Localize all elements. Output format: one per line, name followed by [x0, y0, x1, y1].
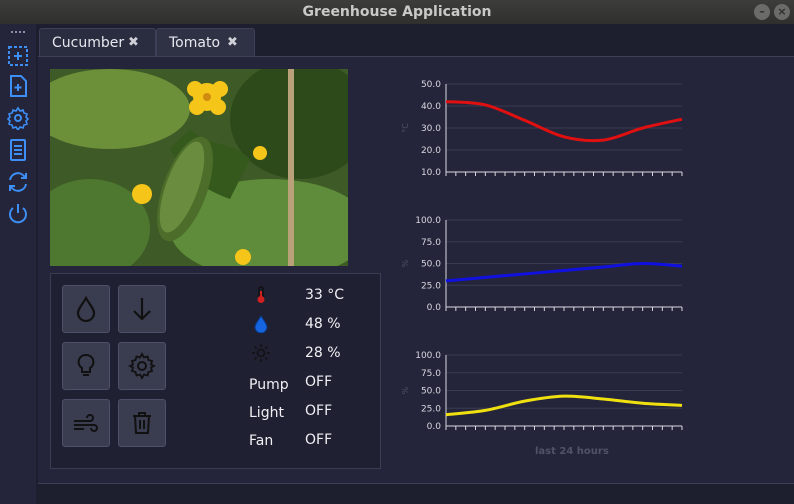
chart-3: 100.0 75.0 50.0 25.0 0.0%: [401, 351, 683, 432]
tab-label: Tomato: [169, 35, 221, 51]
y-axis-unit: °C: [401, 123, 410, 133]
y-tick-label: 75.0: [421, 369, 441, 379]
tab-label: Cucumber: [52, 35, 125, 51]
delete-button[interactable]: [118, 399, 166, 447]
minimize-button[interactable]: –: [754, 4, 770, 20]
chart-2: 100.0 75.0 50.0 25.0 0.0%: [401, 216, 683, 313]
toolbar-grip[interactable]: [11, 31, 25, 33]
y-tick-label: 50.0: [421, 260, 441, 270]
tab-cucumber[interactable]: Cucumber ✖: [39, 28, 156, 56]
chart-1: 50.0 40.0 30.0 20.0 10.0 °C: [401, 80, 683, 178]
humidity-value: 48 %: [305, 316, 341, 332]
y-tick-label: 25.0: [421, 281, 441, 291]
trash-icon: [133, 412, 151, 434]
fan-state: OFF: [305, 432, 333, 448]
plant-photo: [50, 69, 348, 266]
light-level-value: 28 %: [305, 345, 341, 361]
pump-label: Pump: [249, 377, 289, 393]
power-icon[interactable]: [6, 202, 30, 226]
series-line: [445, 261, 683, 283]
x-axis-label: last 24 hours: [535, 446, 609, 457]
series-line: [445, 394, 683, 417]
fan-button[interactable]: [62, 399, 110, 447]
select-area-icon[interactable]: [6, 44, 30, 68]
gear-icon: [128, 352, 156, 380]
document-icon[interactable]: [6, 138, 30, 162]
close-button[interactable]: ×: [774, 4, 790, 20]
fan-label: Fan: [249, 433, 274, 449]
y-axis-unit: %: [401, 259, 410, 267]
y-tick-label: 50.0: [421, 387, 441, 397]
light-label: Light: [249, 405, 284, 421]
y-tick-label: 10.0: [421, 168, 441, 178]
y-tick-label: 40.0: [421, 102, 441, 112]
pump-state: OFF: [305, 374, 333, 390]
y-tick-label: 50.0: [421, 80, 441, 90]
y-tick-label: 75.0: [421, 238, 441, 248]
y-tick-label: 0.0: [427, 303, 442, 313]
control-panel: 33 °C 48 % 28 % Pump OFF Light OFF Fan O…: [50, 273, 381, 469]
y-tick-label: 20.0: [421, 146, 441, 156]
thermometer-icon: [257, 286, 265, 303]
series-line: [445, 100, 683, 143]
y-tick-label: 30.0: [421, 124, 441, 134]
sync-icon[interactable]: [6, 170, 30, 194]
settings-button[interactable]: [118, 342, 166, 390]
tab-tomato[interactable]: Tomato ✖: [156, 28, 255, 56]
y-tick-label: 25.0: [421, 404, 441, 414]
light-bulb-icon: [77, 354, 95, 376]
temperature-value: 33 °C: [305, 287, 345, 303]
sun-icon: [252, 344, 270, 362]
wind-icon: [74, 414, 98, 432]
down-arrow-button[interactable]: [118, 285, 166, 333]
close-tab-icon[interactable]: ✖: [227, 29, 238, 57]
y-axis-unit: %: [401, 386, 410, 394]
water-drop-icon: [76, 295, 96, 323]
y-tick-label: 100.0: [415, 351, 441, 361]
light-state: OFF: [305, 403, 333, 419]
water-drop-button[interactable]: [62, 285, 110, 333]
humidity-drop-icon: [254, 315, 268, 333]
y-tick-label: 100.0: [415, 216, 441, 226]
close-tab-icon[interactable]: ✖: [128, 29, 139, 57]
y-tick-label: 0.0: [427, 422, 442, 432]
charts-area: 50.0 40.0 30.0 20.0 10.0 °C 100.0 75.0 50.0 25.0 0…: [401, 80, 683, 432]
settings-icon[interactable]: [6, 106, 30, 130]
arrow-down-icon: [133, 298, 151, 321]
left-toolbar: [0, 24, 36, 504]
add-file-icon[interactable]: [6, 74, 30, 98]
title-bar: Greenhouse Application – ×: [0, 0, 794, 24]
window-title: Greenhouse Application: [302, 4, 492, 20]
light-bulb-button[interactable]: [62, 342, 110, 390]
